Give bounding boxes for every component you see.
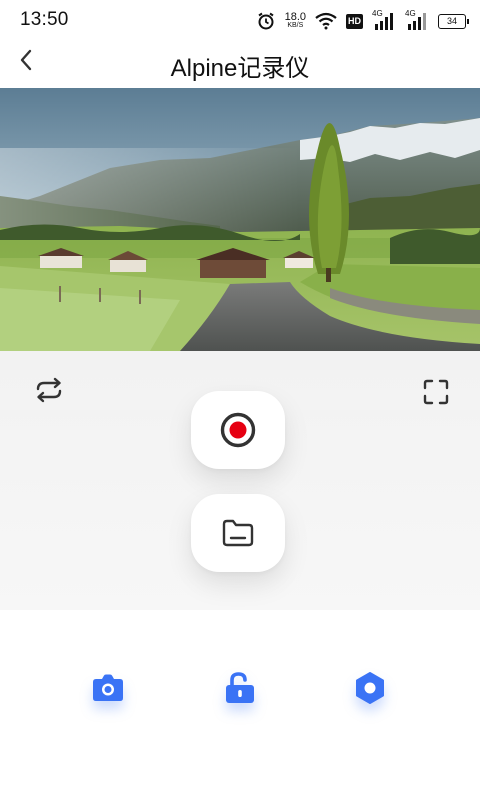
alpine-landscape-photo: [0, 88, 480, 351]
hd-label: HD: [348, 15, 361, 26]
settings-hexagon-icon: [356, 672, 384, 704]
tab-settings[interactable]: [353, 672, 387, 704]
fullscreen-icon: [423, 379, 449, 405]
loop-record-button[interactable]: [32, 375, 66, 405]
repeat-icon: [36, 377, 62, 403]
signal-1: 4G: [372, 9, 396, 31]
alarm-icon: [258, 12, 274, 30]
network-speed-unit: KB/S: [287, 22, 304, 29]
recordings-folder-button[interactable]: [191, 494, 285, 572]
folder-icon: [222, 519, 254, 547]
status-bar: 13:50 18.0 KB/S HD 4G 4G 34: [0, 0, 480, 42]
network-speed-value: 18.0: [284, 11, 306, 23]
camera-preview-image: [0, 88, 480, 351]
hd-badge: HD: [346, 13, 363, 29]
signal-2: 4G: [405, 9, 429, 31]
battery-level: 34: [446, 16, 457, 26]
status-icons: 18.0 KB/S HD 4G 4G 34: [256, 8, 469, 34]
record-icon: [220, 412, 256, 448]
bottom-tab-bar: [0, 610, 480, 800]
page-title: Alpine记录仪: [170, 55, 310, 82]
fullscreen-button[interactable]: [422, 378, 450, 406]
wifi-icon: [315, 12, 337, 30]
tab-lock[interactable]: [222, 672, 256, 704]
status-time: 13:50: [20, 9, 69, 30]
camera-icon: [93, 674, 123, 701]
network-speed: 18.0 KB/S: [285, 12, 306, 30]
battery-indicator: 34: [438, 13, 469, 29]
tab-camera[interactable]: [91, 672, 125, 704]
signal-bars-icon: [375, 13, 393, 30]
signal-bars-icon: [408, 13, 426, 30]
control-panel: [0, 351, 480, 610]
app-header: Alpine记录仪: [0, 42, 480, 88]
record-button[interactable]: [191, 391, 285, 469]
unlock-icon: [226, 672, 254, 703]
